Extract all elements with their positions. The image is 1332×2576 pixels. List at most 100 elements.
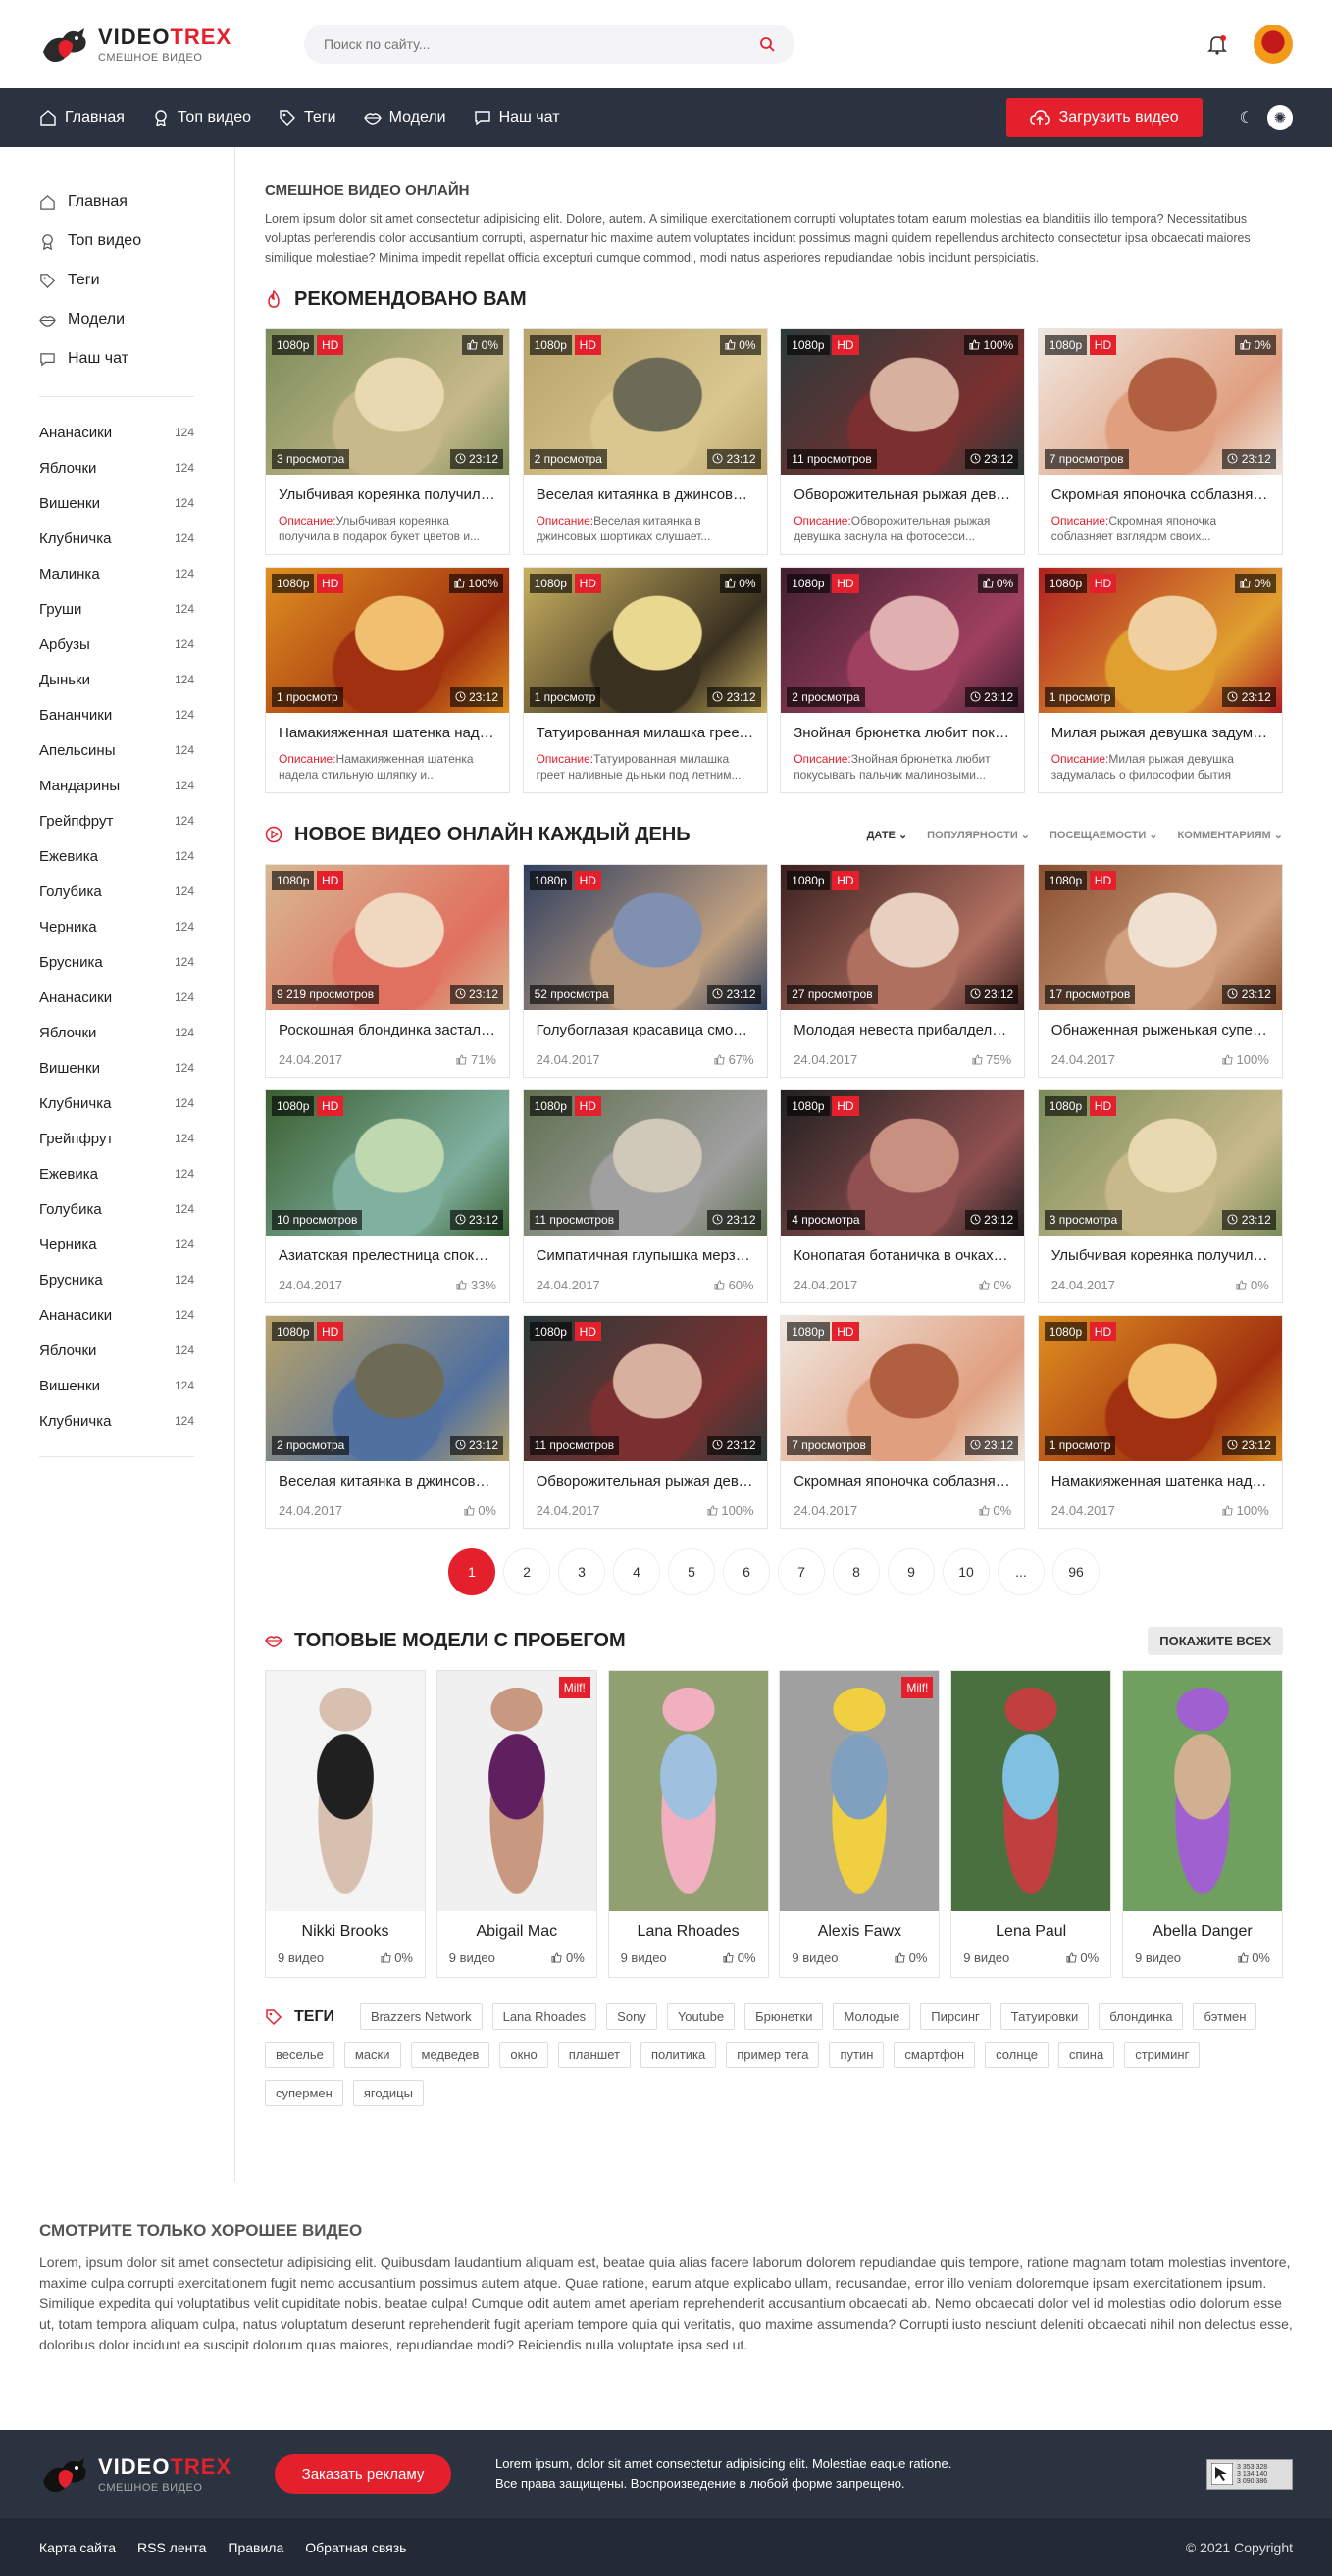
category-item[interactable]: Груши 124	[39, 591, 194, 627]
model-name[interactable]: Abella Danger	[1123, 1923, 1282, 1941]
page-button[interactable]: 8	[833, 1548, 880, 1595]
category-item[interactable]: Грейпфрут 124	[39, 1121, 194, 1156]
model-name[interactable]: Lana Rhoades	[609, 1923, 768, 1941]
category-item[interactable]: Малинка 124	[39, 556, 194, 591]
video-thumbnail[interactable]: 1080p HD 3 просмотра 23:12	[1038, 1090, 1282, 1236]
category-item[interactable]: Яблочки 124	[39, 1015, 194, 1050]
tag-chip[interactable]: Youtube	[666, 2003, 736, 2030]
sidebar-item-home[interactable]: Главная	[39, 182, 234, 222]
page-button[interactable]: 3	[558, 1548, 605, 1595]
show-all-models-button[interactable]: Покажите всех	[1148, 1626, 1283, 1655]
page-button[interactable]: 6	[723, 1548, 770, 1595]
category-item[interactable]: Апельсины 124	[39, 732, 194, 768]
video-card[interactable]: 1080p HD 10 просмотров 23:12 Азиатская прел…	[265, 1089, 510, 1303]
video-card[interactable]: 1080p HD 9 219 просмотров 23:12 Роскошная б…	[265, 864, 510, 1078]
category-item[interactable]: Ананасики 124	[39, 415, 194, 450]
category-item[interactable]: Арбузы 124	[39, 627, 194, 662]
tag-chip[interactable]: планшет	[557, 2042, 631, 2068]
video-title[interactable]: Намакияженная шатенка надела стильную шл…	[279, 725, 496, 741]
video-title[interactable]: Роскошная блондинка застала врасплох	[279, 1022, 496, 1038]
nav-chat[interactable]: Наш чат	[474, 109, 560, 126]
sort-option[interactable]: ПОСЕЩАЕМОСТИ ⌄	[1050, 829, 1158, 841]
video-title[interactable]: Молодая невеста прибалдела от счастья	[794, 1022, 1011, 1038]
category-item[interactable]: Клубничка 124	[39, 1086, 194, 1121]
video-thumbnail[interactable]: 1080p HD 100% 1 просмотр 23:12	[266, 568, 509, 713]
sun-icon[interactable]: ✺	[1267, 105, 1293, 130]
category-item[interactable]: Брусника 124	[39, 1262, 194, 1297]
video-title[interactable]: Азиатская прелестница спокойно гуляет	[279, 1247, 496, 1264]
tag-chip[interactable]: Brazzers Network	[360, 2003, 483, 2030]
site-logo[interactable]: VIDEOTREX СМЕШНОЕ ВИДЕО	[39, 23, 265, 66]
footer-logo[interactable]: VIDEOTREX СМЕШНОЕ ВИДЕО	[39, 2452, 265, 2496]
video-thumbnail[interactable]: 1080p HD 10 просмотров 23:12	[266, 1090, 509, 1236]
video-card[interactable]: 1080p HD 4 просмотра 23:12 Конопатая ботани…	[780, 1089, 1026, 1303]
video-card[interactable]: 1080p HD 3 просмотра 23:12 Улыбчивая кореян…	[1037, 1089, 1283, 1303]
video-title[interactable]: Веселая китаянка в джинсовых шортиках	[279, 1473, 496, 1490]
tag-chip[interactable]: путин	[829, 2042, 885, 2068]
order-ad-button[interactable]: Заказать рекламу	[275, 2454, 451, 2494]
video-thumbnail[interactable]: 1080p HD 11 просмотров 23:12	[523, 1316, 767, 1461]
sort-option[interactable]: ДАТЕ ⌄	[867, 829, 908, 841]
page-button[interactable]: 7	[778, 1548, 825, 1595]
video-title[interactable]: Знойная брюнетка любит покусывать пальчи…	[794, 725, 1011, 741]
tag-chip[interactable]: блондинка	[1099, 2003, 1184, 2030]
tag-chip[interactable]: Пирсинг	[920, 2003, 991, 2030]
video-card[interactable]: 1080p HD 0% 2 просмотра 23:12 Веселая китая…	[522, 328, 768, 555]
category-item[interactable]: Вишенки 124	[39, 1050, 194, 1086]
video-title[interactable]: Веселая китаянка в джинсовых шортиках	[537, 486, 754, 503]
category-item[interactable]: Ежевика 124	[39, 1156, 194, 1191]
video-title[interactable]: Симпатичная глупышка мерзнет на дороге	[537, 1247, 754, 1264]
video-thumbnail[interactable]: 1080p HD 0% 7 просмотров 23:12	[1038, 329, 1282, 475]
category-item[interactable]: Яблочки 124	[39, 450, 194, 485]
category-item[interactable]: Черника 124	[39, 909, 194, 944]
category-item[interactable]: Брусника 124	[39, 944, 194, 980]
video-thumbnail[interactable]: 1080p HD 11 просмотров 23:12	[523, 1090, 767, 1236]
video-card[interactable]: 1080p HD 0% 7 просмотров 23:12 Скромная япо…	[1037, 328, 1283, 555]
sort-option[interactable]: КОММЕНТАРИЯМ ⌄	[1178, 829, 1283, 841]
model-photo[interactable]: Milf!	[780, 1671, 940, 1911]
page-button[interactable]: 96	[1052, 1548, 1100, 1595]
footer-link-rules[interactable]: Правила	[228, 2540, 283, 2555]
nav-top-video[interactable]: Топ видео	[152, 109, 251, 126]
video-card[interactable]: 1080p HD 0% 1 просмотр 23:12 Милая рыжая де…	[1037, 567, 1283, 793]
tag-chip[interactable]: солнце	[985, 2042, 1049, 2068]
sidebar-item-top-video[interactable]: Топ видео	[39, 222, 234, 261]
tag-chip[interactable]: Lana Rhoades	[491, 2003, 597, 2030]
video-title[interactable]: Скромная японочка соблазняет взглядом	[794, 1473, 1011, 1490]
category-item[interactable]: Вишенки 124	[39, 1368, 194, 1403]
video-title[interactable]: Конопатая ботаничка в очках позирует	[794, 1247, 1011, 1264]
model-photo[interactable]	[1122, 1671, 1282, 1911]
page-button[interactable]: 1	[448, 1548, 495, 1595]
video-card[interactable]: 1080p HD 0% 3 просмотра 23:12 Улыбчивая кор…	[265, 328, 510, 555]
model-name[interactable]: Lena Paul	[951, 1923, 1110, 1941]
video-title[interactable]: Намакияженная шатенка надела шляпку	[1051, 1473, 1269, 1490]
category-item[interactable]: Мандарины 124	[39, 768, 194, 803]
tag-chip[interactable]: Брюнетки	[744, 2003, 824, 2030]
video-title[interactable]: Обнаженная рыженькая супермодель	[1051, 1022, 1269, 1038]
video-thumbnail[interactable]: 1080p HD 17 просмотров 23:12	[1038, 865, 1282, 1010]
model-photo[interactable]	[608, 1671, 768, 1911]
category-item[interactable]: Голубика 124	[39, 874, 194, 909]
nav-tags[interactable]: Теги	[279, 109, 336, 126]
footer-link-sitemap[interactable]: Карта сайта	[39, 2540, 116, 2555]
category-item[interactable]: Бананчики 124	[39, 697, 194, 732]
model-name[interactable]: Alexis Fawx	[780, 1923, 939, 1941]
tag-chip[interactable]: ягодицы	[352, 2080, 424, 2106]
category-item[interactable]: Клубничка 124	[39, 521, 194, 556]
tag-chip[interactable]: медведев	[410, 2042, 490, 2068]
nav-models[interactable]: Модели	[363, 109, 446, 126]
model-name[interactable]: Nikki Brooks	[266, 1923, 425, 1941]
category-item[interactable]: Ананасики 124	[39, 1297, 194, 1333]
category-item[interactable]: Черника 124	[39, 1227, 194, 1262]
search-icon[interactable]	[759, 36, 775, 52]
model-photo[interactable]	[951, 1671, 1111, 1911]
video-thumbnail[interactable]: 1080p HD 0% 3 просмотра 23:12	[266, 329, 509, 475]
footer-link-feedback[interactable]: Обратная связь	[305, 2540, 406, 2555]
model-card[interactable]: Abella Danger 9 видео 0%	[1121, 1670, 1283, 1978]
model-card[interactable]: Milf! Alexis Fawx 9 видео 0%	[779, 1670, 941, 1978]
video-card[interactable]: 1080p HD 11 просмотров 23:12 Обворожительна…	[522, 1315, 768, 1529]
video-title[interactable]: Улыбчивая кореянка получила в подарок бу…	[279, 486, 496, 503]
video-thumbnail[interactable]: 1080p HD 7 просмотров 23:12	[781, 1316, 1025, 1461]
video-card[interactable]: 1080p HD 0% 2 просмотра 23:12 Знойная брюне…	[780, 567, 1026, 793]
user-avatar[interactable]	[1254, 25, 1293, 64]
